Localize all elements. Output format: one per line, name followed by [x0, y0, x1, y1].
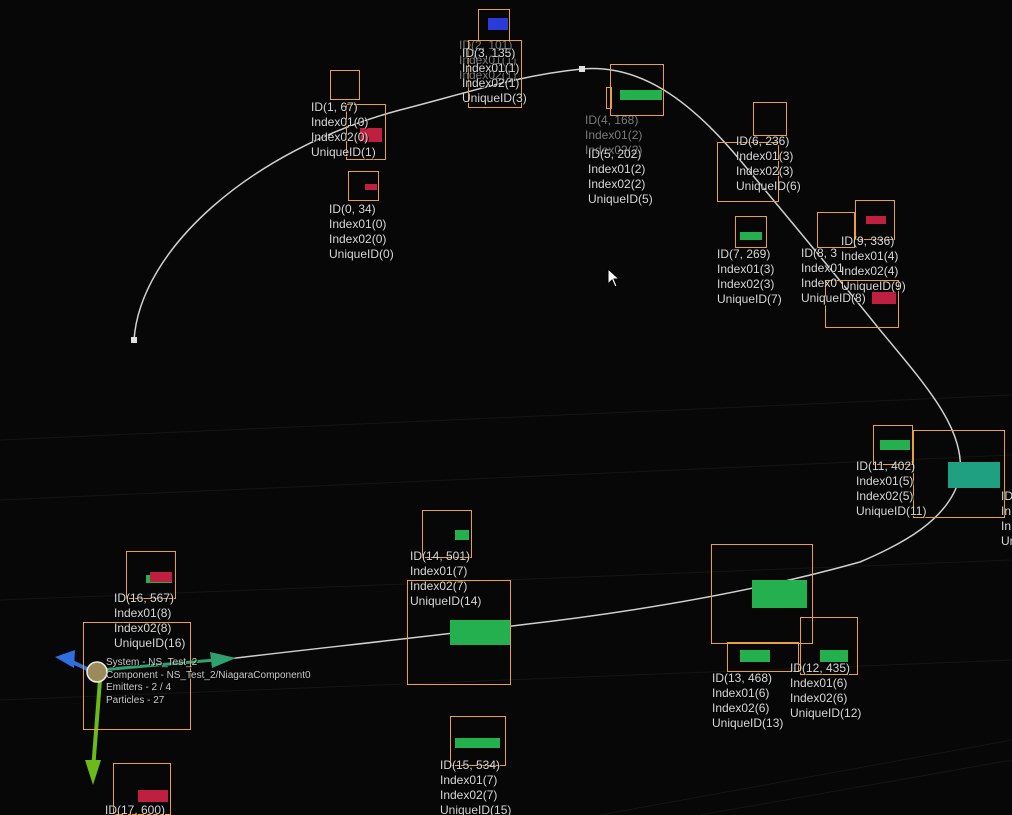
spline-point[interactable]	[131, 337, 137, 343]
particle-label: ID(13, 468) Index01(6) Index02(6) Unique…	[712, 671, 783, 731]
particle-id: ID(17, 600)	[105, 803, 166, 815]
particle-index02: Index02(1)	[462, 76, 520, 90]
particle-bounds-box	[727, 642, 799, 672]
particle-label: ID(16, 567) Index01(8) Index02(8) Unique…	[114, 591, 185, 651]
particle-id: ID(7, 269)	[717, 247, 771, 261]
particle-index01: Index01(0)	[329, 217, 387, 231]
particle-id: ID(11, 402)	[856, 459, 916, 473]
particle-bounds-box	[735, 216, 767, 248]
particle-id: ID(14, 501)	[410, 549, 471, 563]
particle-index02: Index02(2)	[588, 177, 646, 191]
particle-index01: Index01(7)	[440, 773, 498, 787]
particle-index02: Index02(6)	[712, 701, 770, 715]
particle-label: ID(12, 435) Index01(6) Index02(6) Unique…	[790, 661, 861, 721]
particle-label: ID(0, 34) Index01(0) Index02(0) UniqueID…	[329, 202, 394, 262]
particle-index02: Index02(4)	[841, 264, 899, 278]
particle-index01: Index01(7)	[410, 564, 468, 578]
particle-index01: Index01(3)	[717, 262, 775, 276]
particle-unique-id: UniqueID(13)	[712, 716, 784, 730]
particle-label: ID(3, 135) Index01(1) Index02(1) UniqueI…	[462, 46, 527, 106]
particle-index01: Index01(2)	[585, 128, 643, 142]
particle-id: ID(3, 135)	[462, 46, 516, 60]
particle-unique-id: UniqueID(11)	[856, 504, 927, 518]
component-name: Component - NS_Test_2/NiagaraComponent0	[106, 669, 311, 681]
particle-index01: Index01(6)	[790, 676, 848, 690]
particle-unique-id: UniqueID(1)	[311, 145, 376, 159]
particle-id: ID(15, 534)	[440, 758, 501, 772]
particle-index02: In	[1001, 519, 1012, 533]
particle-index02: Index02(0)	[329, 232, 387, 246]
particle-index02: Index02(8)	[114, 621, 172, 635]
particle-label: ID(5, 202) Index01(2) Index02(2) UniqueI…	[588, 147, 653, 207]
particle-id: ID(0, 34)	[329, 202, 376, 216]
particle-index02: Index02(6)	[790, 691, 848, 705]
particle-unique-id: UniqueID(14)	[410, 594, 482, 608]
particle-label: ID(15, 534) Index01(7) Index02(7) Unique…	[440, 758, 511, 815]
particle-id: ID(16, 567)	[114, 591, 175, 605]
particle-index01: Index01(6)	[712, 686, 770, 700]
particle-label: ID(6, 236) Index01(3) Index02(3) UniqueI…	[736, 134, 801, 194]
particle-index02: Index02(5)	[856, 489, 914, 503]
spline-point[interactable]	[579, 66, 585, 72]
particle-id: ID(9, 336)	[841, 234, 895, 248]
particle-id: ID	[1001, 489, 1012, 503]
emitter-count: Emitters - 2 / 4	[106, 682, 172, 693]
particle-unique-id: UniqueID(6)	[736, 179, 801, 193]
particle-bounds-box	[606, 87, 612, 109]
particle-unique-id: UniqueID(3)	[462, 91, 527, 105]
particle-id: ID(5, 202)	[588, 147, 642, 161]
particle-unique-id: UniqueID(15)	[440, 803, 512, 815]
particle-id: ID(13, 468)	[712, 671, 773, 685]
particle-index02: Index02(7)	[440, 788, 498, 802]
particle-bounds-box	[478, 9, 510, 41]
particle-bounds-box	[610, 64, 664, 116]
particle-unique-id: Un	[1001, 534, 1012, 548]
particle-bounds-box	[711, 544, 813, 644]
spline-path	[133, 67, 962, 661]
particle-label: ID In In Un	[1001, 489, 1012, 549]
particle-index01: Index01(1)	[462, 61, 520, 75]
particle-label: ID(7, 269) Index01(3) Index02(3) UniqueI…	[717, 247, 782, 307]
gizmo-x-arrow-icon[interactable]	[55, 650, 75, 668]
particle-bounds-box	[913, 430, 1005, 518]
particle-id: ID(6, 236)	[736, 134, 790, 148]
particle-unique-id: UniqueID(5)	[588, 192, 653, 206]
particle-unique-id: UniqueID(12)	[790, 706, 862, 720]
particle-index01: Index01(0)	[311, 115, 369, 129]
gizmo-y-arrow-icon[interactable]	[85, 760, 101, 785]
particle-count: Particles - 27	[106, 694, 165, 706]
particle-index01: In	[1001, 504, 1012, 518]
particle-label: ID(11, 402) Index01(5) Index02(5) Unique…	[856, 459, 926, 519]
particle-label: ID(9, 336) Index01(4) Index02(4) UniqueI…	[841, 234, 906, 294]
particle-index02: Index02(7)	[410, 579, 468, 593]
system-info-overlay: System - NS_Test_2 Component - NS_Test_2…	[106, 657, 311, 707]
particle-unique-id: UniqueID(7)	[717, 292, 782, 306]
particle-index02: Index02(3)	[736, 164, 794, 178]
particle-id: ID(12, 435)	[790, 661, 851, 675]
particle-index01: Index01(2)	[588, 162, 646, 176]
particle-unique-id: UniqueID(9)	[841, 279, 906, 293]
particle-unique-id: UniqueID(16)	[114, 636, 186, 650]
niagara-viewport[interactable]: ID(0, 34) Index01(0) Index02(0) UniqueID…	[0, 0, 1012, 815]
system-name: System - NS_Test_2	[106, 657, 198, 668]
particle-label: ID(1, 67) Index01(0) Index02(0) UniqueID…	[311, 100, 376, 160]
particle-bounds-box	[348, 171, 379, 201]
particle-index01: Index01(3)	[736, 149, 794, 163]
particle-index02: Index02(0)	[311, 130, 369, 144]
particle-unique-id: UniqueID(0)	[329, 247, 394, 261]
particle-index01: Index01(5)	[856, 474, 914, 488]
particle-bounds-box	[330, 70, 360, 100]
particle-bounds-box	[753, 102, 787, 136]
particle-index01: Index01(8)	[114, 606, 172, 620]
particle-index01: Index01(4)	[841, 249, 899, 263]
particle-index02: Index02(3)	[717, 277, 775, 291]
particle-id: ID(4, 168)	[585, 113, 639, 127]
particle-id: ID(1, 67)	[311, 100, 358, 114]
particle-label: ID(17, 600)	[105, 803, 165, 815]
mouse-cursor-icon	[607, 268, 621, 288]
particle-label: ID(14, 501) Index01(7) Index02(7) Unique…	[410, 549, 481, 609]
